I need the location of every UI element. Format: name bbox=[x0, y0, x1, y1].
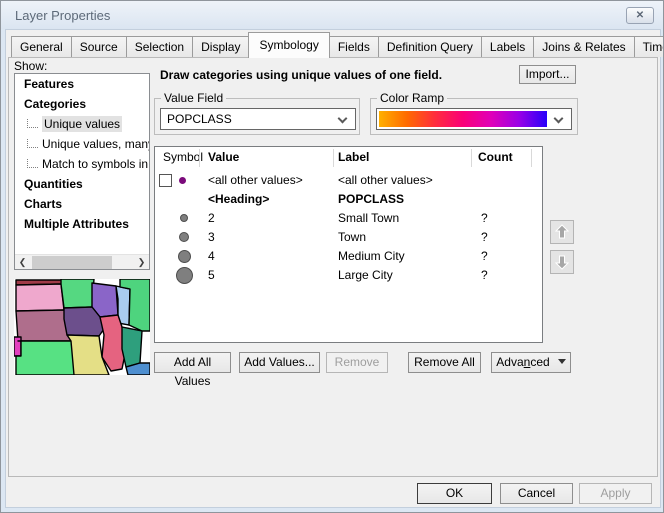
table-row[interactable]: 3 Town ? bbox=[155, 228, 542, 247]
title-bar[interactable]: Layer Properties ✕ bbox=[1, 1, 663, 29]
value-field-dropdown[interactable]: POPCLASS bbox=[160, 108, 356, 130]
graduated-symbol[interactable] bbox=[180, 214, 188, 222]
dropdown-arrow-icon bbox=[558, 359, 566, 364]
add-all-values-button[interactable]: Add All Values bbox=[154, 352, 231, 373]
table-row[interactable]: <Heading> POPCLASS bbox=[155, 190, 542, 209]
window-title: Layer Properties bbox=[15, 8, 110, 23]
graduated-symbol[interactable] bbox=[176, 267, 193, 284]
column-divider bbox=[471, 149, 472, 167]
column-symbol: Symbol bbox=[163, 150, 203, 164]
chevron-down-icon[interactable] bbox=[338, 114, 348, 124]
color-ramp-label: Color Ramp bbox=[377, 91, 447, 105]
column-divider bbox=[333, 149, 334, 167]
value-field-selected: POPCLASS bbox=[167, 112, 232, 126]
advanced-button[interactable]: Advanced bbox=[491, 352, 571, 373]
column-divider bbox=[531, 149, 532, 167]
all-other-values-symbol[interactable] bbox=[179, 177, 186, 184]
tab-definition-query[interactable]: Definition Query bbox=[378, 36, 482, 57]
tab-time[interactable]: Time bbox=[634, 36, 664, 57]
tree-item-unique-values[interactable]: Unique values bbox=[15, 114, 149, 134]
remove-all-button[interactable]: Remove All bbox=[408, 352, 481, 373]
table-row[interactable]: 4 Medium City ? bbox=[155, 247, 542, 266]
tab-labels[interactable]: Labels bbox=[481, 36, 534, 57]
close-icon[interactable]: ✕ bbox=[626, 7, 654, 24]
unique-values-table: Symbol Value Label Count <all other valu… bbox=[154, 146, 543, 343]
symbology-method-tree: Features Categories Unique values Unique… bbox=[14, 73, 150, 270]
method-description: Draw categories using unique values of o… bbox=[160, 68, 442, 82]
tree-item-charts[interactable]: Charts bbox=[15, 194, 149, 214]
scroll-right-icon[interactable]: ❯ bbox=[134, 255, 149, 270]
color-ramp-group: Color Ramp bbox=[370, 98, 578, 135]
tab-strip: General Source Selection Display Symbolo… bbox=[11, 32, 664, 57]
import-button[interactable]: Import... bbox=[519, 65, 576, 84]
map-preview bbox=[14, 279, 150, 375]
remove-button[interactable]: Remove bbox=[326, 352, 388, 373]
add-values-button[interactable]: Add Values... bbox=[239, 352, 320, 373]
tab-joins-relates[interactable]: Joins & Relates bbox=[533, 36, 634, 57]
tab-general[interactable]: General bbox=[11, 36, 72, 57]
scrollbar-thumb[interactable] bbox=[32, 256, 112, 269]
tree-branch-icon bbox=[27, 159, 38, 168]
column-label: Label bbox=[338, 150, 369, 164]
tree-item-unique-values-many[interactable]: Unique values, many bbox=[15, 134, 149, 154]
color-ramp-swatch bbox=[379, 111, 547, 127]
value-field-label: Value Field bbox=[161, 91, 226, 105]
tab-display[interactable]: Display bbox=[192, 36, 249, 57]
tab-symbology[interactable]: Symbology bbox=[248, 32, 329, 58]
table-row[interactable]: <all other values> <all other values> bbox=[155, 171, 542, 190]
tree-item-categories[interactable]: Categories bbox=[15, 94, 149, 114]
chevron-down-icon[interactable] bbox=[554, 114, 564, 124]
value-field-group: Value Field POPCLASS bbox=[154, 98, 360, 135]
arrow-up-icon bbox=[554, 224, 570, 240]
table-row[interactable]: 5 Large City ? bbox=[155, 266, 542, 285]
map-preview-image bbox=[14, 279, 150, 375]
cancel-button[interactable]: Cancel bbox=[500, 483, 573, 504]
column-count: Count bbox=[478, 150, 513, 164]
tree-branch-icon bbox=[27, 119, 38, 128]
tab-selection[interactable]: Selection bbox=[126, 36, 193, 57]
column-divider bbox=[199, 149, 200, 167]
move-up-button[interactable] bbox=[550, 220, 574, 244]
arrow-down-icon bbox=[554, 254, 570, 270]
graduated-symbol[interactable] bbox=[178, 250, 191, 263]
layer-properties-dialog: Layer Properties ✕ General Source Select… bbox=[0, 0, 664, 513]
apply-button[interactable]: Apply bbox=[579, 483, 652, 504]
tree-item-match-to-symbols[interactable]: Match to symbols in a bbox=[15, 154, 149, 174]
move-down-button[interactable] bbox=[550, 250, 574, 274]
graduated-symbol[interactable] bbox=[179, 232, 189, 242]
all-other-values-checkbox[interactable] bbox=[159, 174, 172, 187]
table-header: Symbol Value Label Count bbox=[155, 147, 542, 169]
tree-horizontal-scrollbar[interactable]: ❮ ❯ bbox=[15, 254, 149, 269]
tree-item-features[interactable]: Features bbox=[15, 74, 149, 94]
table-row[interactable]: 2 Small Town ? bbox=[155, 209, 542, 228]
show-label: Show: bbox=[14, 59, 47, 73]
tree-item-quantities[interactable]: Quantities bbox=[15, 174, 149, 194]
ok-button[interactable]: OK bbox=[417, 483, 492, 504]
tree-item-multiple-attributes[interactable]: Multiple Attributes bbox=[15, 214, 149, 234]
color-ramp-dropdown[interactable] bbox=[376, 108, 572, 130]
tab-source[interactable]: Source bbox=[71, 36, 127, 57]
scroll-left-icon[interactable]: ❮ bbox=[15, 255, 30, 270]
column-value: Value bbox=[208, 150, 239, 164]
tab-fields[interactable]: Fields bbox=[329, 36, 379, 57]
dialog-content: General Source Selection Display Symbolo… bbox=[5, 29, 661, 508]
tree-branch-icon bbox=[27, 139, 38, 148]
